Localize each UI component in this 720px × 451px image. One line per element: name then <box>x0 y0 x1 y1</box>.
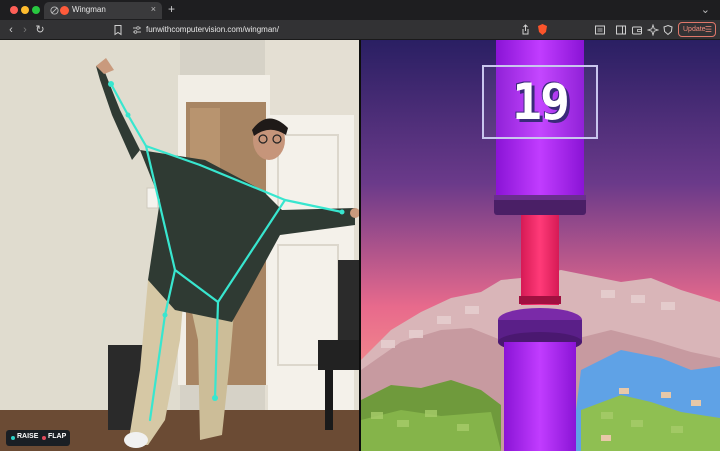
update-button[interactable]: Update ☰ <box>678 22 716 37</box>
forward-button-icon[interactable]: › <box>19 24 31 36</box>
score-value: 19 <box>511 73 570 131</box>
toolbar: ‹ › ↻ funwithcomputervision.com/wingman/ <box>0 20 720 40</box>
sidebar-icon[interactable] <box>615 24 627 36</box>
vpn-icon[interactable] <box>662 24 674 36</box>
close-tab-icon[interactable]: × <box>151 4 156 14</box>
game-canvas[interactable]: 19 <box>361 40 720 451</box>
new-tab-button[interactable]: + <box>168 2 175 16</box>
hamburger-menu-icon[interactable]: ☰ <box>705 25 712 34</box>
tab-title: Wingman <box>72 5 106 14</box>
share-icon[interactable] <box>520 24 531 35</box>
back-button-icon[interactable]: ‹ <box>5 24 17 36</box>
score-display: 19 <box>482 65 598 139</box>
brave-shields-icon[interactable] <box>536 23 549 36</box>
site-settings-icon[interactable] <box>132 25 142 35</box>
reload-icon[interactable]: ↻ <box>34 24 46 36</box>
close-window-button[interactable] <box>10 6 18 14</box>
pose-skeleton-overlay <box>108 81 345 422</box>
leo-ai-icon[interactable] <box>647 24 659 36</box>
site-favicon-icon <box>60 6 69 15</box>
raise-indicator-icon <box>11 436 15 440</box>
control-legend: RAISE FLAP <box>6 430 70 446</box>
page-content: RAISE FLAP 19 <box>0 40 720 451</box>
audio-icon[interactable] <box>50 6 59 15</box>
flap-indicator-icon <box>42 436 46 440</box>
flap-label: FLAP <box>48 433 67 440</box>
tab-overflow-chevron-icon[interactable]: ⌄ <box>701 3 710 16</box>
tab-wingman[interactable]: Wingman × <box>44 2 162 19</box>
webcam-feed: RAISE FLAP <box>0 40 359 451</box>
tab-bar: Wingman × + ⌄ <box>0 0 720 20</box>
wallet-icon[interactable] <box>631 24 643 36</box>
bookmark-icon[interactable] <box>112 24 124 36</box>
minimize-window-button[interactable] <box>21 6 29 14</box>
browser-window: Wingman × + ⌄ ‹ › ↻ funwithcomputervisio… <box>0 0 720 451</box>
maximize-window-button[interactable] <box>32 6 40 14</box>
reader-mode-icon[interactable] <box>594 24 606 36</box>
update-label: Update <box>683 26 706 33</box>
url-text: funwithcomputervision.com/wingman/ <box>146 25 279 34</box>
raise-label: RAISE <box>17 433 39 440</box>
address-bar[interactable]: funwithcomputervision.com/wingman/ <box>130 23 555 37</box>
